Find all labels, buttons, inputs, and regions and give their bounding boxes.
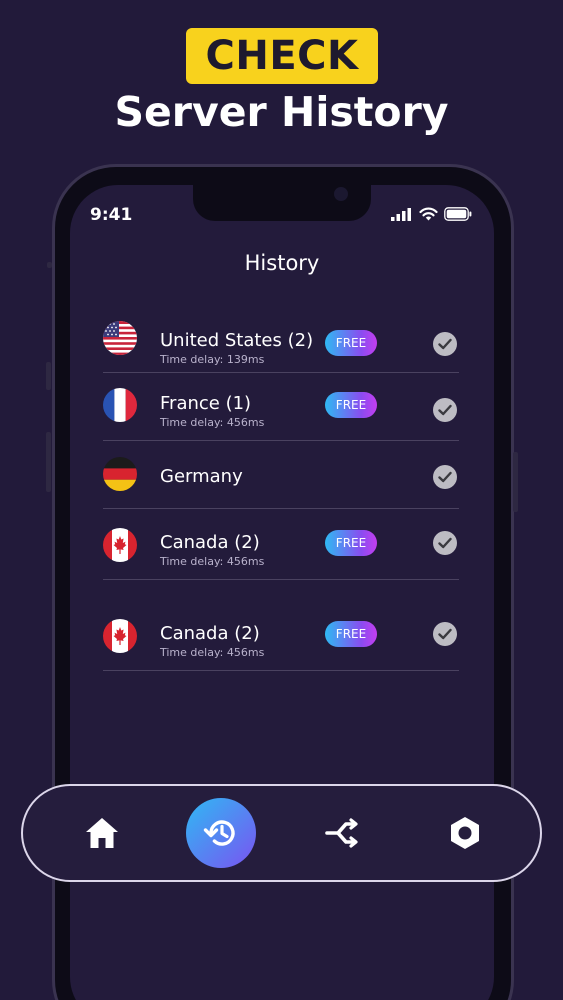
nav-active-indicator [186, 798, 256, 868]
canada-flag-icon [103, 528, 137, 562]
time-delay: Time delay: 456ms [160, 555, 265, 568]
germany-flag-icon [103, 457, 137, 491]
time-delay: Time delay: 139ms [160, 353, 265, 366]
nav-settings-button[interactable] [425, 786, 505, 880]
country-name: Canada (2) [160, 623, 260, 644]
free-badge: FREE [325, 621, 377, 647]
us-flag-icon [103, 321, 137, 355]
battery-icon [444, 207, 472, 221]
free-badge: FREE [325, 530, 377, 556]
settings-icon [451, 817, 479, 849]
phone-side-button [47, 262, 52, 268]
free-badge: FREE [325, 392, 377, 418]
nav-history-button[interactable] [181, 786, 261, 880]
france-flag-icon [103, 388, 137, 422]
screen-title: History [244, 251, 320, 275]
time-delay: Time delay: 456ms [160, 416, 265, 429]
country-name: United States (2) [160, 330, 314, 351]
camera-icon [334, 187, 348, 201]
country-name: Canada (2) [160, 532, 260, 553]
phone-volume-up-button [46, 362, 51, 390]
history-row-germany[interactable]: Germany [103, 441, 459, 509]
phone-volume-down-button [46, 432, 51, 492]
hero-title: Server History [114, 88, 449, 136]
phone-power-button [513, 452, 518, 512]
split-tunnel-icon [325, 818, 358, 848]
phone-notch [193, 185, 371, 221]
hero-badge: CHECK [186, 28, 378, 84]
wifi-icon [419, 207, 438, 221]
nav-split-tunnel-button[interactable] [303, 786, 383, 880]
history-row-canada[interactable]: Canada (2) Time delay: 456ms FREE [103, 580, 459, 671]
status-icons [391, 207, 472, 221]
check-icon [433, 465, 457, 489]
check-icon [433, 332, 457, 356]
history-row-united-states[interactable]: United States (2) Time delay: 139ms FREE [103, 317, 459, 373]
check-icon [433, 398, 457, 422]
country-name: Germany [160, 466, 243, 487]
nav-home-button[interactable] [62, 786, 142, 880]
history-row-canada[interactable]: Canada (2) Time delay: 456ms FREE [103, 509, 459, 580]
bottom-navigation [21, 784, 542, 882]
country-name: France (1) [160, 393, 252, 414]
home-icon [86, 818, 118, 848]
history-icon [203, 820, 235, 846]
check-icon [433, 531, 457, 555]
check-icon [433, 622, 457, 646]
canada-flag-icon [103, 619, 137, 653]
signal-icon [391, 207, 411, 221]
free-badge: FREE [325, 330, 377, 356]
status-time: 9:41 [90, 205, 133, 225]
history-row-france[interactable]: France (1) Time delay: 456ms FREE [103, 373, 459, 441]
time-delay: Time delay: 456ms [160, 646, 265, 659]
